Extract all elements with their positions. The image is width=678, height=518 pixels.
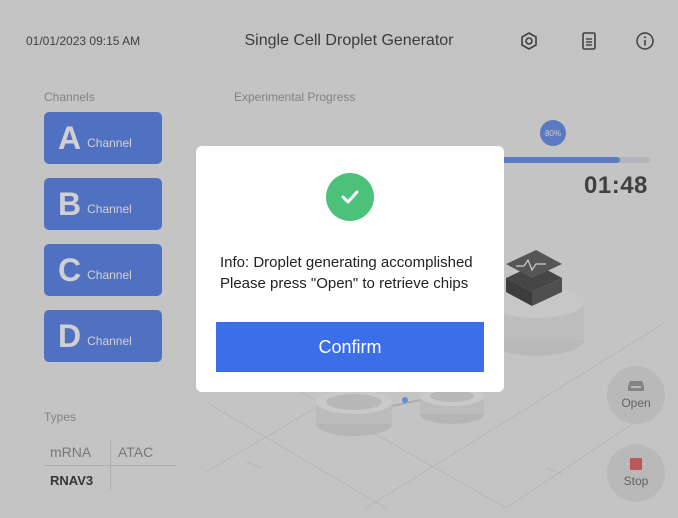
success-check-icon [326,173,374,221]
dialog-message-line2: Please press "Open" to retrieve chips [220,275,469,292]
dialog-message-line1: Info: Droplet generating accomplished [220,254,473,271]
confirm-button[interactable]: Confirm [216,322,484,372]
info-dialog: Info: Droplet generating accomplished Pl… [196,146,504,392]
dialog-message: Info: Droplet generating accomplished Pl… [220,252,473,294]
